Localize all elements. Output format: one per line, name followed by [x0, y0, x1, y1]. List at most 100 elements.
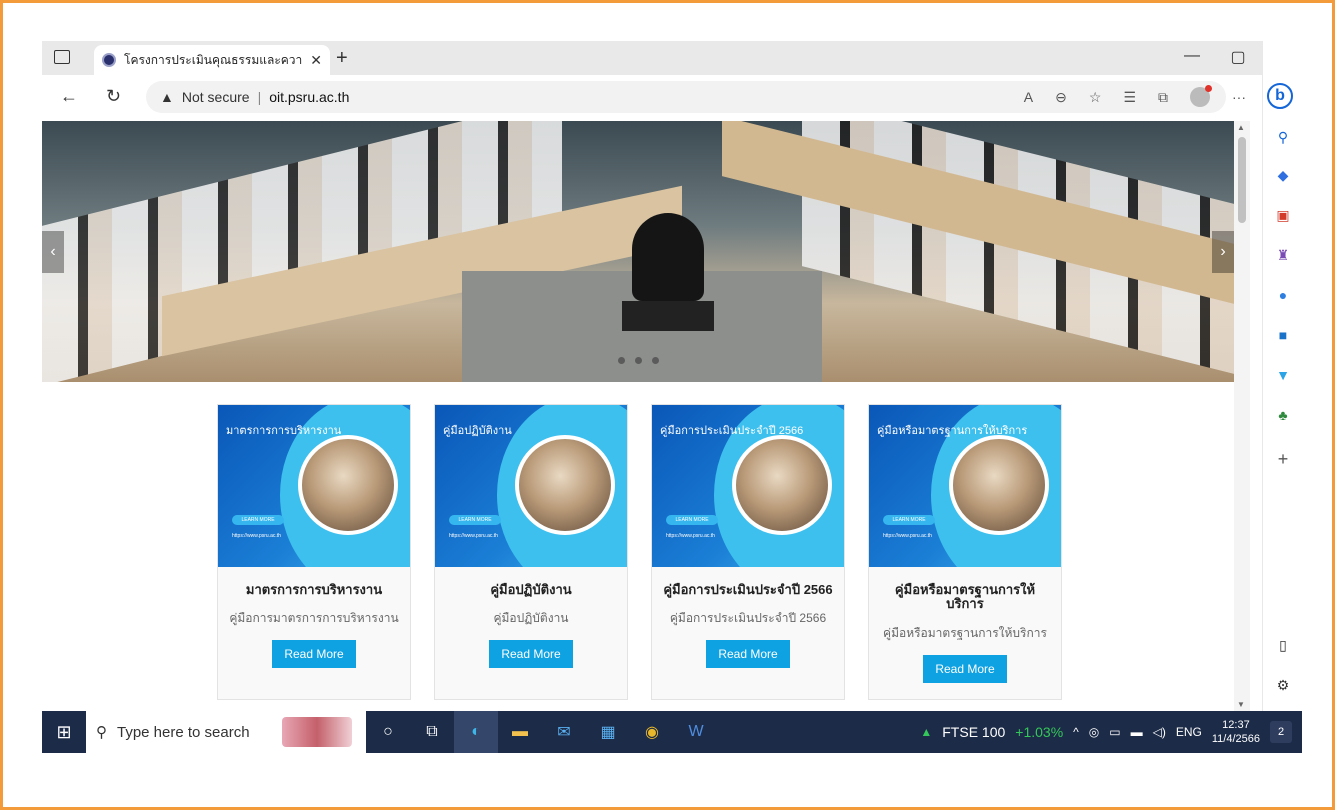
battery-icon[interactable]: ▬: [1131, 725, 1143, 739]
read-more-button[interactable]: Read More: [923, 654, 1007, 683]
zoom-icon[interactable]: ⊖: [1055, 89, 1067, 106]
document-card: คู่มือการประเมินประจำปี 2566 LEARN MORE …: [651, 404, 845, 700]
new-tab-button[interactable]: +: [336, 47, 348, 70]
card-banner-image: คู่มือปฏิบัติงาน LEARN MORE https://www.…: [435, 405, 627, 567]
search-icon[interactable]: ⚲: [1275, 129, 1291, 146]
browser-tab[interactable]: โครงการประเมินคุณธรรมและความโปร่ ✕: [94, 45, 330, 75]
windows-taskbar: ⊞ ⚲ Type here to search ○ ⧉ ◐ ▬ ✉ ▦ ◉ W …: [42, 711, 1302, 753]
site-favicon-icon: [102, 53, 116, 67]
page-scrollbar[interactable]: ▲ ▼: [1234, 121, 1250, 711]
windows-start-icon[interactable]: ⊞: [42, 711, 86, 753]
profile-avatar[interactable]: [1190, 85, 1212, 107]
scroll-down-icon[interactable]: ▼: [1237, 700, 1245, 709]
add-sidebar-icon[interactable]: +: [1275, 449, 1291, 470]
close-tab-icon[interactable]: ✕: [310, 52, 322, 69]
notification-center-icon[interactable]: 2: [1270, 721, 1292, 743]
task-view-icon[interactable]: ⧉: [410, 711, 454, 753]
more-options-icon[interactable]: ···: [1232, 89, 1246, 105]
address-bar-row: ← ↻ ▲ Not secure | oit.psru.ac.th A ⊖ ☆ …: [42, 75, 1302, 121]
carousel-indicators: [618, 357, 659, 364]
banner-photo: [515, 435, 615, 535]
tree-icon[interactable]: ♣: [1275, 407, 1291, 423]
separator: |: [257, 89, 262, 105]
carousel-dot[interactable]: [652, 357, 659, 364]
taskbar-clock[interactable]: 12:37 11/4/2566: [1212, 718, 1260, 747]
stock-chart-icon: ▲: [920, 725, 933, 739]
card-description: คู่มือปฏิบัติงาน: [493, 611, 569, 626]
file-explorer-icon[interactable]: ▬: [498, 711, 542, 753]
card-grid: มาตรการการบริหารงาน LEARN MORE https://w…: [217, 404, 1062, 700]
browser-window: โครงการประเมินคุณธรรมและความโปร่ ✕ + — ▢…: [42, 41, 1302, 711]
card-body: คู่มือการประเมินประจำปี 2566 คู่มือการปร…: [652, 567, 844, 684]
tab-actions-icon[interactable]: [54, 50, 70, 64]
banner-title: มาตรการการบริหารงาน: [226, 425, 342, 437]
card-banner-image: มาตรการการบริหารงาน LEARN MORE https://w…: [218, 405, 410, 567]
card-description: คู่มือการมาตรการการบริหารงาน: [229, 611, 399, 626]
scroll-up-icon[interactable]: ▲: [1237, 123, 1245, 132]
add-favorite-icon[interactable]: ☆: [1089, 89, 1102, 106]
card-title: คู่มือการประเมินประจำปี 2566: [663, 582, 833, 597]
restore-button[interactable]: ▢: [1228, 47, 1248, 67]
show-hidden-icons-icon[interactable]: ^: [1073, 725, 1079, 739]
collections-icon[interactable]: ⧉: [1158, 89, 1168, 106]
banner-learn-more: LEARN MORE: [449, 515, 501, 525]
warning-icon: ▲: [160, 89, 174, 105]
system-tray: ▲ FTSE 100 +1.03% ^ ◎ ▭ ▬ ◁) ENG 12:37 1…: [920, 718, 1302, 747]
carousel-dot[interactable]: [635, 357, 642, 364]
hero-photo-camera: [632, 213, 704, 301]
word-icon[interactable]: W: [674, 711, 718, 753]
office-icon[interactable]: ●: [1275, 287, 1291, 303]
settings-gear-icon[interactable]: ⚙: [1275, 677, 1291, 694]
ftse-label[interactable]: FTSE 100: [942, 724, 1005, 740]
edge-sidebar: b ⚲ ◆ ▣ ♜ ● ■ ▼ ♣ + ▯ ⚙: [1262, 41, 1302, 711]
sidebar-toggle-icon[interactable]: ▯: [1275, 637, 1291, 654]
minimize-button[interactable]: —: [1182, 47, 1202, 65]
games-icon[interactable]: ♜: [1275, 247, 1291, 264]
store-icon[interactable]: ▦: [586, 711, 630, 753]
carousel-prev-button[interactable]: ‹: [42, 231, 64, 273]
carousel-dot[interactable]: [618, 357, 625, 364]
taskbar-search-box[interactable]: ⚲ Type here to search: [86, 711, 366, 753]
drop-icon[interactable]: ▼: [1275, 367, 1291, 383]
card-body: คู่มือหรือมาตรฐานการให้บริการ คู่มือหรือ…: [869, 567, 1061, 699]
read-aloud-icon[interactable]: A: [1024, 89, 1033, 105]
card-description: คู่มือการประเมินประจำปี 2566: [669, 611, 827, 626]
banner-photo: [949, 435, 1049, 535]
carousel-next-button[interactable]: ›: [1212, 231, 1234, 273]
banner-photo: [298, 435, 398, 535]
bing-icon[interactable]: b: [1267, 83, 1293, 109]
read-more-button[interactable]: Read More: [489, 640, 573, 669]
outlook-icon[interactable]: ■: [1275, 327, 1291, 343]
network-icon[interactable]: ▭: [1109, 725, 1120, 739]
clock-time: 12:37: [1222, 718, 1250, 731]
read-more-button[interactable]: Read More: [272, 640, 356, 669]
chrome-icon[interactable]: ◉: [630, 711, 674, 753]
meet-now-icon[interactable]: ◎: [1089, 725, 1099, 739]
clock-date: 11/4/2566: [1211, 733, 1260, 745]
scroll-thumb[interactable]: [1238, 137, 1246, 223]
document-card: มาตรการการบริหารงาน LEARN MORE https://w…: [217, 404, 411, 700]
back-arrow-icon[interactable]: ←: [60, 86, 78, 107]
mail-icon[interactable]: ✉: [542, 711, 586, 753]
hero-carousel: ‹ ›: [42, 121, 1234, 382]
search-placeholder: Type here to search: [117, 723, 250, 741]
volume-icon[interactable]: ◁): [1153, 725, 1166, 739]
favorites-icon[interactable]: ☰: [1123, 89, 1136, 106]
card-banner-image: คู่มือการประเมินประจำปี 2566 LEARN MORE …: [652, 405, 844, 567]
banner-url: https://www.psru.ac.th: [449, 533, 498, 539]
language-indicator[interactable]: ENG: [1176, 725, 1202, 739]
tools-icon[interactable]: ▣: [1275, 207, 1291, 224]
card-banner-image: คู่มือหรือมาตรฐานการให้บริการ LEARN MORE…: [869, 405, 1061, 567]
card-title: คู่มือปฏิบัติงาน: [490, 582, 572, 597]
security-label: Not secure: [181, 89, 250, 105]
refresh-icon[interactable]: ↻: [106, 86, 121, 107]
cortana-icon[interactable]: ○: [366, 711, 410, 753]
banner-url: https://www.psru.ac.th: [232, 533, 281, 539]
document-card: คู่มือปฏิบัติงาน LEARN MORE https://www.…: [434, 404, 628, 700]
shopping-tag-icon[interactable]: ◆: [1275, 167, 1291, 184]
banner-learn-more: LEARN MORE: [883, 515, 935, 525]
banner-learn-more: LEARN MORE: [232, 515, 284, 525]
banner-title: คู่มือปฏิบัติงาน: [443, 425, 512, 437]
read-more-button[interactable]: Read More: [706, 640, 790, 669]
edge-app-icon[interactable]: ◐: [454, 711, 498, 753]
